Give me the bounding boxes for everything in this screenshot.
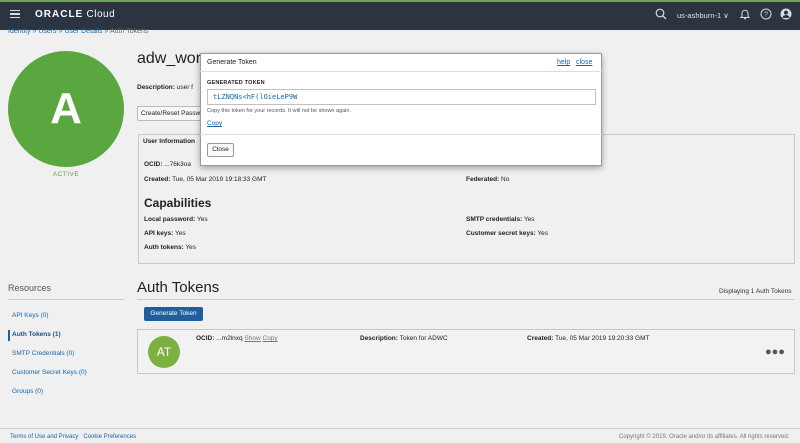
dialog-title: Generate Token xyxy=(207,59,257,66)
region-selector[interactable]: us-ashburn-1 ∨ xyxy=(677,11,729,20)
tab-user-information[interactable]: User Information xyxy=(140,136,198,147)
user-icon[interactable] xyxy=(780,8,792,20)
bell-icon[interactable] xyxy=(739,8,751,20)
generated-token-field[interactable]: tLZNQNs<hF(lOieLeP9W xyxy=(207,89,596,105)
active-indicator xyxy=(8,330,10,341)
copy-token-link[interactable]: Copy xyxy=(207,120,222,127)
breadcrumb-identity[interactable]: Identity xyxy=(8,28,31,35)
auth-tokens-heading: Auth Tokens xyxy=(137,279,220,296)
capability-smtp-credentials: SMTP credentials: Yes xyxy=(466,216,535,223)
divider xyxy=(8,299,124,300)
token-avatar: AT xyxy=(148,336,180,368)
copy-ocid-link[interactable]: Copy xyxy=(263,335,278,342)
oracle-cloud-logo[interactable]: ORACLE Cloud xyxy=(35,9,115,20)
capability-api-keys: API keys: Yes xyxy=(144,230,186,237)
breadcrumb-auth-tokens: Auth Tokens xyxy=(109,28,149,35)
user-created: Created: Tue, 05 Mar 2019 19:18:33 GMT xyxy=(144,176,267,183)
capability-local-password: Local password: Yes xyxy=(144,216,208,223)
sidebar-item-auth-tokens[interactable]: Auth Tokens (1) xyxy=(12,331,61,338)
help-icon[interactable]: ? xyxy=(760,8,772,20)
create-reset-password-button[interactable]: Create/Reset Passw xyxy=(137,106,203,121)
token-description: Description: Token for ADWC xyxy=(360,335,448,342)
breadcrumb-users[interactable]: Users xyxy=(38,28,56,35)
sidebar-item-api-keys[interactable]: API Keys (0) xyxy=(12,312,48,319)
capabilities-heading: Capabilities xyxy=(144,196,212,210)
cookie-preferences-link[interactable]: Cookie Preferences xyxy=(83,434,136,440)
copyright-text: Copyright © 2019, Oracle and/or its affi… xyxy=(619,434,790,440)
sidebar-item-groups[interactable]: Groups (0) xyxy=(12,388,43,395)
user-status-label: ACTIVE xyxy=(52,171,80,178)
dialog-close-link[interactable]: close xyxy=(576,59,592,66)
generate-token-button[interactable]: Generate Token xyxy=(144,307,203,321)
divider xyxy=(137,299,795,300)
display-count: Displaying 1 Auth Tokens xyxy=(719,288,792,295)
dialog-header xyxy=(200,53,602,72)
show-ocid-link[interactable]: Show xyxy=(244,335,260,342)
sidebar-item-customer-secret-keys[interactable]: Customer Secret Keys (0) xyxy=(12,369,87,376)
search-icon[interactable] xyxy=(655,8,667,20)
footer-links: Terms of Use and Privacy Cookie Preferen… xyxy=(10,434,136,440)
token-ocid: OCID: ...m2lnxq Show Copy xyxy=(196,335,278,342)
capability-auth-tokens: Auth tokens: Yes xyxy=(144,244,197,251)
more-actions-icon[interactable]: ●●● xyxy=(765,346,785,358)
user-description: Description: user f xyxy=(137,84,193,91)
sidebar-item-smtp-credentials[interactable]: SMTP Credentials (0) xyxy=(12,350,74,357)
close-button[interactable]: Close xyxy=(207,143,234,157)
token-note: Copy this token for your records. It wil… xyxy=(207,108,351,114)
breadcrumb-user-details[interactable]: User Details xyxy=(64,28,102,35)
breadcrumb: Identity » Users » User Details » Auth T… xyxy=(8,28,149,35)
page-title: adw_wor xyxy=(137,50,202,67)
dialog-help-link[interactable]: help xyxy=(557,59,570,66)
menu-icon[interactable] xyxy=(10,10,20,18)
svg-text:?: ? xyxy=(764,12,768,19)
user-ocid: OCID: ...76k3oa xyxy=(144,161,191,168)
footer-divider xyxy=(0,428,800,429)
capability-customer-secret-keys: Customer secret keys: Yes xyxy=(466,230,549,237)
terms-link[interactable]: Terms of Use and Privacy xyxy=(10,434,78,440)
user-federated: Federated: No xyxy=(466,176,510,183)
dialog-divider xyxy=(200,134,602,135)
token-created: Created: Tue, 05 Mar 2019 19:20:33 GMT xyxy=(527,335,650,342)
resources-heading: Resources xyxy=(8,283,52,293)
user-avatar: A xyxy=(8,51,124,167)
generated-token-label: GENERATED TOKEN xyxy=(207,80,265,86)
